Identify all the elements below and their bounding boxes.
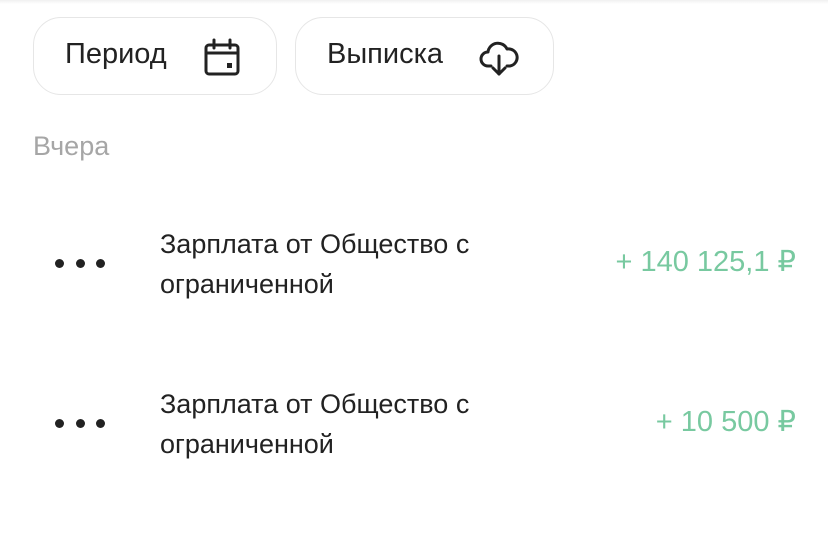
statement-label: Выписка [327,38,444,70]
header-shadow [0,0,828,4]
statement-button[interactable]: Выписка [295,17,554,95]
calendar-icon [204,38,240,76]
period-filter-label: Период [65,38,167,70]
transaction-row[interactable]: Зарплата от Общество с ограниченной + 14… [0,208,828,318]
cloud-download-icon [479,41,519,76]
more-dots-icon [55,256,105,270]
transaction-amount: + 10 500 ₽ [655,406,796,438]
transaction-amount: + 140 125,1 ₽ [615,246,796,278]
more-dots-icon [55,416,105,430]
transaction-description: Зарплата от Общество с ограниченной [160,389,470,459]
transaction-row[interactable]: Зарплата от Общество с ограниченной + 10… [0,368,828,478]
section-title-yesterday: Вчера [33,131,110,161]
period-filter-button[interactable]: Период [33,17,277,95]
transaction-description: Зарплата от Общество с ограниченной [160,229,470,299]
